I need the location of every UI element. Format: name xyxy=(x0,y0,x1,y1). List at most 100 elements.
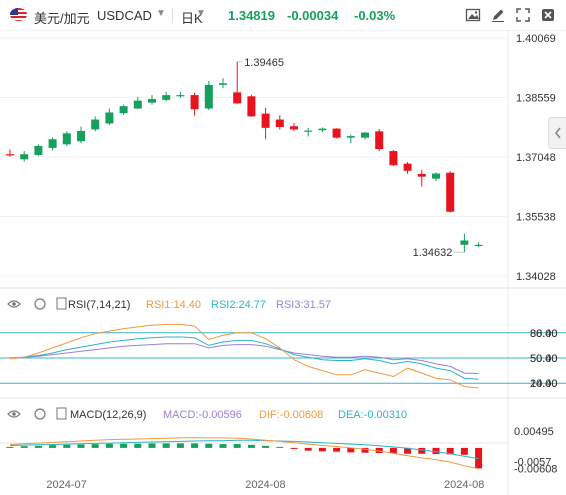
chevron-left-icon xyxy=(554,127,561,139)
candle-body xyxy=(275,119,284,128)
macd-histogram-bar xyxy=(318,447,326,452)
rsi-label[interactable]: RSI(7,14,21) xyxy=(68,299,130,311)
price-tick-label: 1.38559 xyxy=(516,93,556,105)
macd-histogram-bar xyxy=(162,443,170,448)
divider xyxy=(172,8,173,22)
candle-body xyxy=(346,136,355,138)
symbol-name[interactable]: 美元/加元 xyxy=(34,8,90,27)
price-change-percent: -0.03% xyxy=(354,8,396,23)
candle-body xyxy=(460,240,469,245)
settings-icon[interactable] xyxy=(540,7,556,23)
macd-histogram-bar xyxy=(91,444,99,448)
macd-histogram-bar xyxy=(304,447,312,451)
price-tick-label: 1.37048 xyxy=(516,152,556,164)
gear-icon[interactable] xyxy=(34,298,46,310)
candle-body xyxy=(162,95,171,100)
indicator-icon xyxy=(56,407,67,420)
candle-body xyxy=(105,112,114,124)
macd-histogram-bar xyxy=(205,443,213,448)
candle-body xyxy=(20,154,29,160)
fullscreen-icon[interactable] xyxy=(515,7,531,23)
macd-histogram-bar xyxy=(34,445,42,448)
macd-histogram-bar xyxy=(63,444,71,448)
dif-value: DIF:-0.00608 xyxy=(259,409,323,421)
candle-body xyxy=(190,95,199,110)
candle-body xyxy=(361,132,369,138)
candle-body xyxy=(133,100,142,109)
candle-body xyxy=(304,130,313,132)
macd-histogram-bar xyxy=(134,443,142,448)
candle-body xyxy=(290,126,298,130)
macd-histogram-bar xyxy=(262,445,270,448)
price-axis: 1.40069 1.38559 1.37048 1.35538 1.34028 xyxy=(0,33,556,283)
indicator-icon xyxy=(56,297,67,310)
expand-panel-button[interactable] xyxy=(548,117,566,149)
chevron-down-icon[interactable]: ▼ xyxy=(196,8,206,19)
candle-body xyxy=(48,139,57,148)
rsi-panel: 80.0088.4050.0050.4020.0014.40 xyxy=(0,323,566,390)
flag-us-ca-icon xyxy=(10,8,27,21)
eye-icon-pupil xyxy=(12,302,16,306)
symbol-code[interactable]: USDCAD xyxy=(97,8,152,23)
candle-body xyxy=(432,173,440,179)
gear-icon[interactable] xyxy=(34,408,46,420)
macd-histogram-bar xyxy=(105,443,113,448)
rsi1-value: RSI1:14.40 xyxy=(146,299,201,311)
time-tick-label: 2024-07 xyxy=(46,479,86,491)
chevron-down-icon[interactable]: ▼ xyxy=(156,8,166,19)
macd-histogram-bar xyxy=(290,447,298,449)
candle-body xyxy=(219,83,227,85)
rsi-header: RSI(7,14,21) RSI1:14.40 RSI2:24.77 RSI3:… xyxy=(7,297,331,311)
candle-body xyxy=(176,95,185,97)
rsi-axis-label: 50.40 xyxy=(530,353,558,365)
rsi2-value: RSI2:24.77 xyxy=(211,299,266,311)
candle-body xyxy=(91,119,100,130)
pencil-icon[interactable] xyxy=(490,7,506,23)
candle-body xyxy=(148,99,156,103)
macd-histogram-bar xyxy=(333,447,341,452)
chart-header: 美元/加元 USDCAD ▼ 日K ▼ 1.34819 -0.00034 -0.… xyxy=(0,0,566,30)
candle-body xyxy=(474,244,483,247)
macd-histogram-bar xyxy=(191,443,199,448)
dea-value: DEA:-0.00310 xyxy=(338,409,407,421)
candlestick-chart: 1.40069 1.38559 1.37048 1.35538 1.34028 1.39… xyxy=(0,30,566,495)
high-label: 1.39465 xyxy=(244,57,284,69)
macd-histogram-bar xyxy=(6,446,14,448)
rsi3-value: RSI3:31.57 xyxy=(276,299,331,311)
candle-body xyxy=(34,145,43,155)
eye-icon-pupil xyxy=(12,412,16,416)
rsi-axis-label: 88.40 xyxy=(530,328,558,340)
macd-histogram-bar xyxy=(120,443,128,448)
candle-body xyxy=(417,173,426,177)
macd-histogram-bar xyxy=(148,443,156,448)
candle-body xyxy=(77,130,85,142)
time-tick-label: 2024-08 xyxy=(444,479,484,491)
price-tick-label: 1.34028 xyxy=(516,271,556,283)
macd-histogram-bar xyxy=(49,445,57,448)
macd-panel: 0.00495-0.0057-0.00608 xyxy=(6,426,557,476)
candle-body xyxy=(261,113,270,128)
candle-body xyxy=(247,96,256,117)
macd-histogram-bar xyxy=(20,446,28,448)
macd-histogram-bar xyxy=(276,446,284,448)
macd-histogram-bar xyxy=(247,444,255,448)
macd-value: MACD:-0.00596 xyxy=(163,409,242,421)
macd-histogram-bar xyxy=(233,444,241,448)
macd-histogram-bar xyxy=(176,443,184,448)
last-price: 1.34819 xyxy=(228,8,275,23)
candle-body xyxy=(204,84,213,109)
candle-body xyxy=(332,128,341,138)
rsi3-line xyxy=(9,343,479,374)
image-icon[interactable] xyxy=(465,7,481,23)
candle-body xyxy=(318,128,327,131)
macd-histogram-bar xyxy=(219,444,227,448)
candle-body xyxy=(119,106,128,114)
candle-body xyxy=(389,151,398,166)
macd-histogram-bar xyxy=(418,447,426,454)
macd-label[interactable]: MACD(12,26,9) xyxy=(70,409,146,421)
candle-body xyxy=(62,133,71,145)
candle-body xyxy=(446,172,455,212)
candle-body xyxy=(233,92,242,104)
candle-body xyxy=(6,154,14,156)
time-axis: 2024-07 2024-08 2024-08 xyxy=(46,479,484,491)
